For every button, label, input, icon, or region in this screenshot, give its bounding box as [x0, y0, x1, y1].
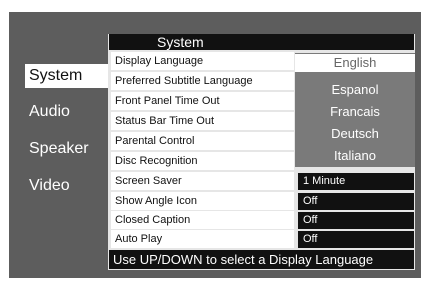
- setting-show-angle-icon[interactable]: Show Angle Icon: [111, 192, 294, 210]
- language-option-italiano[interactable]: Italiano: [295, 146, 415, 166]
- language-option-deutsch[interactable]: Deutsch: [295, 124, 415, 144]
- tab-system[interactable]: System: [25, 64, 111, 88]
- language-option-english[interactable]: English: [295, 54, 415, 72]
- setting-preferred-subtitle-language[interactable]: Preferred Subtitle Language: [111, 72, 294, 90]
- setting-disc-recognition[interactable]: Disc Recognition: [111, 152, 294, 170]
- setting-auto-play[interactable]: Auto Play: [111, 230, 294, 248]
- panel-title: System: [109, 34, 414, 50]
- settings-screen: System Audio Speaker Video System Displa…: [9, 12, 421, 278]
- status-bar: Use UP/DOWN to select a Display Language: [109, 250, 414, 269]
- language-option-espanol[interactable]: Espanol: [295, 80, 415, 100]
- tab-speaker[interactable]: Speaker: [25, 137, 111, 161]
- setting-front-panel-time-out[interactable]: Front Panel Time Out: [111, 92, 294, 110]
- setting-closed-caption[interactable]: Closed Caption: [111, 211, 294, 229]
- auto-play-value[interactable]: Off: [298, 231, 414, 248]
- tab-video[interactable]: Video: [25, 174, 111, 198]
- tab-audio[interactable]: Audio: [25, 100, 111, 124]
- screen-saver-value[interactable]: 1 Minute: [298, 173, 414, 190]
- language-option-francais[interactable]: Francais: [295, 102, 415, 122]
- closed-caption-value[interactable]: Off: [298, 212, 414, 229]
- setting-status-bar-time-out[interactable]: Status Bar Time Out: [111, 112, 294, 130]
- setting-display-language[interactable]: Display Language: [111, 52, 294, 70]
- setting-parental-control[interactable]: Parental Control: [111, 132, 294, 150]
- setting-screen-saver[interactable]: Screen Saver: [111, 172, 294, 190]
- language-dropdown[interactable]: English Espanol Francais Deutsch Italian…: [295, 53, 415, 167]
- show-angle-icon-value[interactable]: Off: [298, 193, 414, 210]
